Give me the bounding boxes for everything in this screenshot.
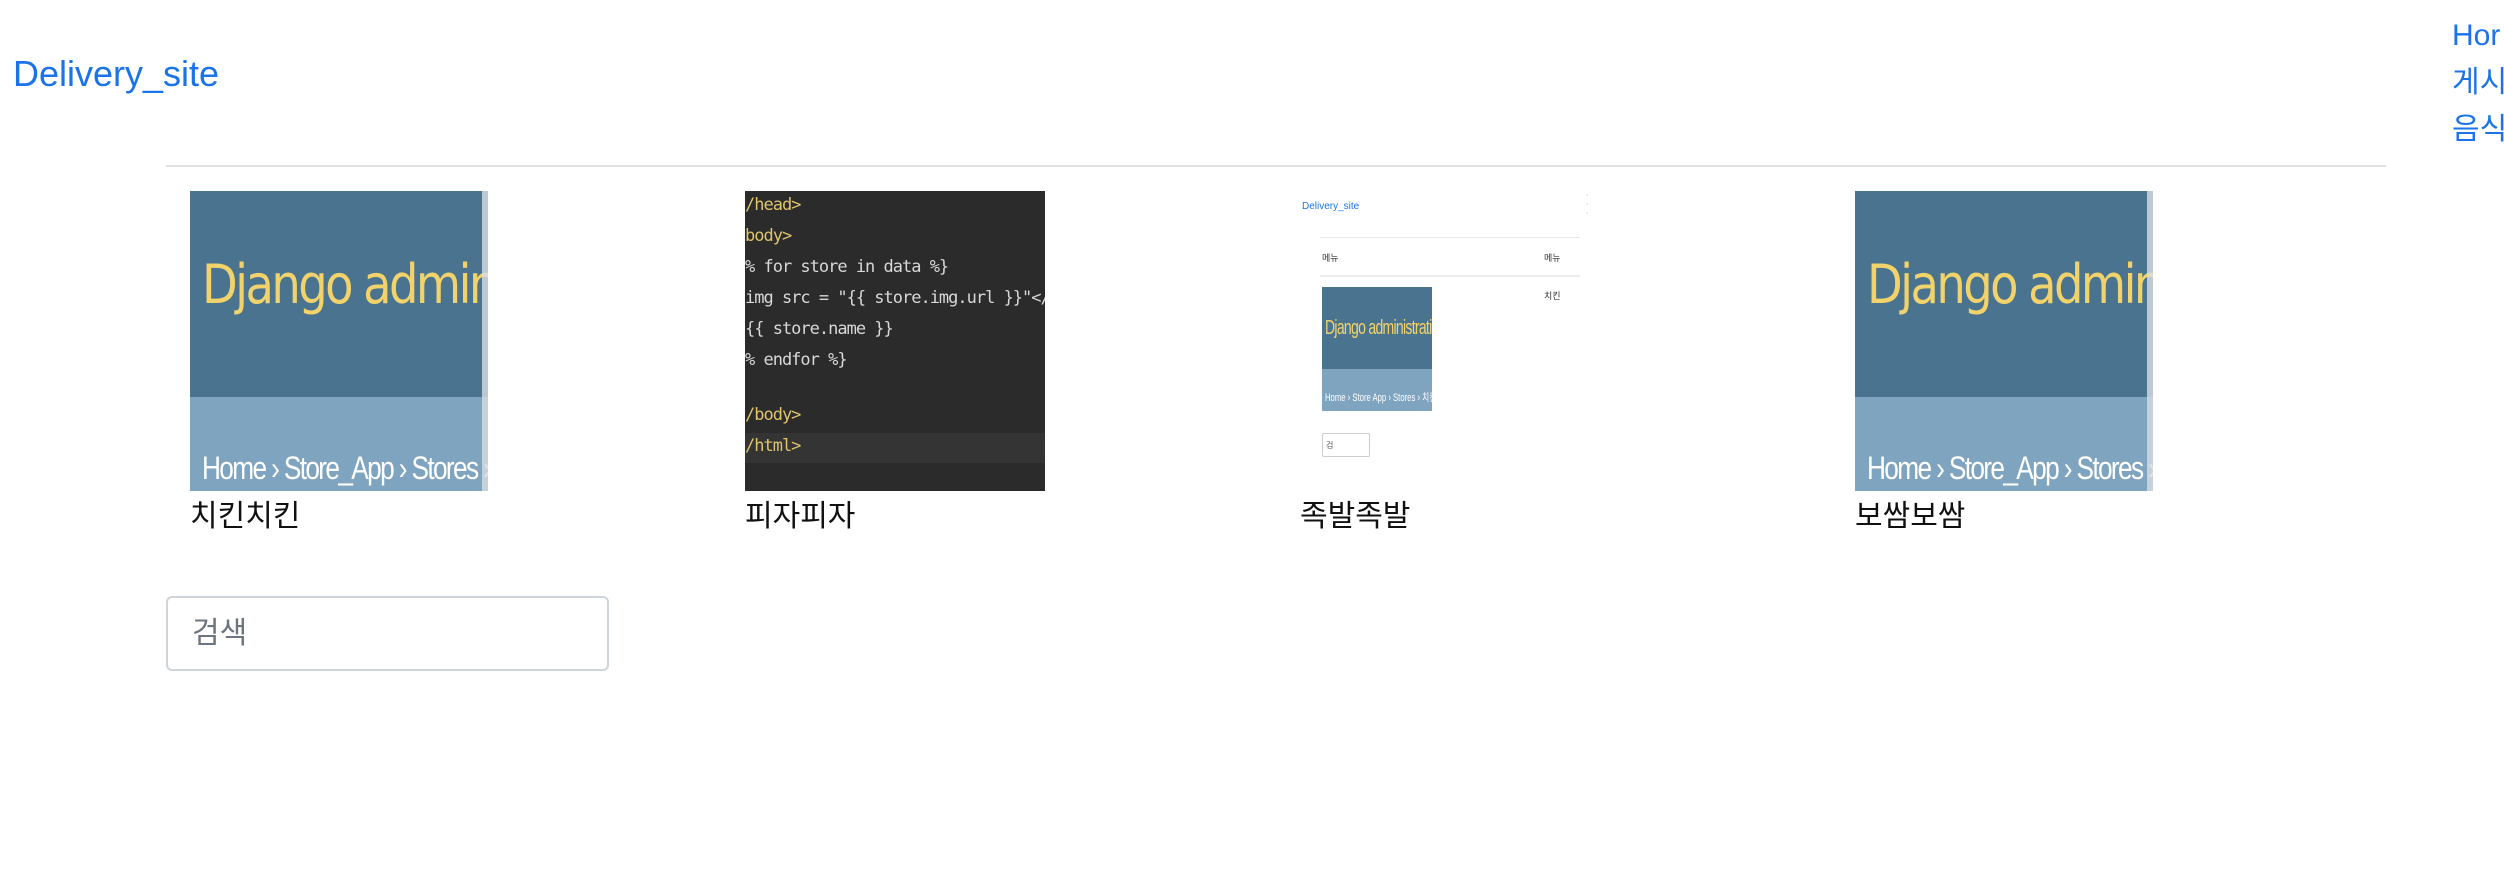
nav-menu: Hor 게시 음식 [2452, 12, 2504, 153]
store-name[interactable]: 보쌈보쌈 [1855, 497, 2155, 537]
code-line: body> [745, 226, 792, 246]
store-card[interactable]: Delivery_site · · · 메뉴 메뉴 치킨 Django admini… [1300, 191, 1600, 537]
store-card[interactable]: Django administration Home › Store_App ›… [1855, 191, 2155, 537]
store-card[interactable]: /head> body> % for store in data %} img … [745, 191, 1045, 537]
thumb-edge [482, 191, 488, 491]
thumb-breadcrumb: Home › Store_App › Stores › 치킨치킨 [202, 450, 488, 486]
store-name[interactable]: 피자피자 [745, 497, 1045, 537]
mini-nav: · · · [1586, 192, 1589, 217]
code-line: % endfor %} [745, 350, 848, 370]
mini-image-title: Django administration [1325, 317, 1432, 339]
search-input[interactable] [166, 596, 609, 671]
code-line: /body> [745, 405, 801, 425]
mini-divider [1320, 237, 1580, 238]
store-name[interactable]: 치킨치킨 [190, 497, 490, 537]
code-line: img src = "{{ store.img.url }}"</img><br… [745, 288, 1045, 308]
thumb-edge [2147, 191, 2153, 491]
store-image[interactable]: Django administration Home › Store_App ›… [1855, 191, 2153, 491]
code-line: % for store in data %} [745, 257, 949, 277]
mini-label: 메뉴 [1322, 253, 1339, 263]
store-name[interactable]: 족발족발 [1300, 497, 1600, 537]
thumb-breadcrumb: Home › Store_App › Stores › 치킨치킨 [1867, 450, 2153, 486]
thumb-title: Django administration [1867, 253, 2153, 316]
mini-image-breadcrumb: Home › Store App › Stores › 치킨치킨 [1325, 392, 1432, 404]
mini-label: 치킨 [1544, 291, 1561, 301]
nav-item-board[interactable]: 게시 [2452, 59, 2504, 106]
mini-label: 메뉴 [1544, 253, 1561, 263]
store-image[interactable]: Delivery_site · · · 메뉴 메뉴 치킨 Django admini… [1300, 191, 1598, 491]
code-line: {{ store.name }} [745, 319, 894, 339]
store-image[interactable]: Django administration Home › Store_App ›… [190, 191, 488, 491]
thumb-title: Django administration [202, 253, 488, 316]
nav-item-food[interactable]: 음식 [2452, 106, 2504, 153]
mini-image: Django administration Home › Store App ›… [1322, 287, 1432, 411]
brand-link[interactable]: Delivery_site [13, 56, 219, 92]
code-line: /html> [745, 436, 801, 456]
mini-search-input: 검 [1322, 433, 1370, 457]
header-divider [166, 165, 2386, 167]
code-line: /head> [745, 195, 801, 215]
mini-divider [1320, 275, 1580, 277]
nav-item-home[interactable]: Hor [2452, 12, 2504, 59]
store-card[interactable]: Django administration Home › Store_App ›… [190, 191, 490, 537]
mini-brand: Delivery_site [1302, 201, 1360, 212]
store-image[interactable]: /head> body> % for store in data %} img … [745, 191, 1045, 491]
